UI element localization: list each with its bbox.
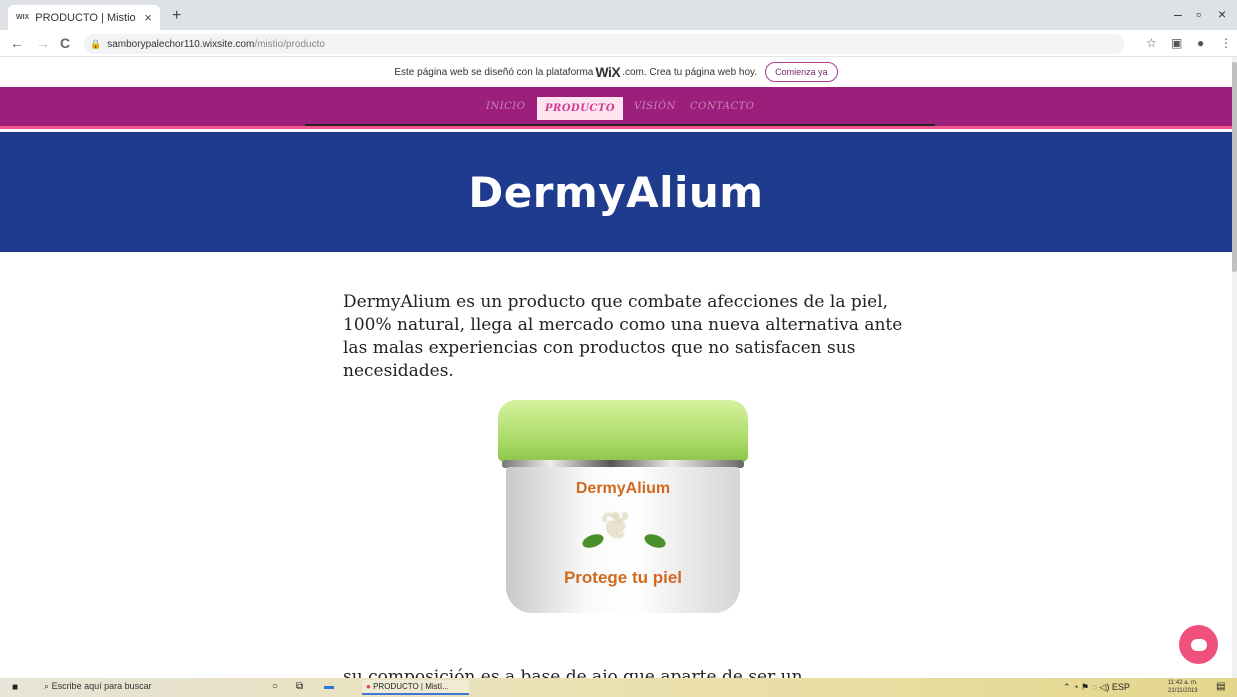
address-bar: ← → C 🔒 samborypalechor110.wixsite.com /… (0, 30, 1237, 57)
site-nav: INICIO PRODUCTO VISIÓN CONTACTO (0, 87, 1232, 129)
maximize-icon[interactable]: ▫ (1196, 6, 1201, 22)
new-tab-button[interactable]: + (172, 7, 181, 25)
clock[interactable]: 11:42 a. m. 21/11/2019 (1168, 679, 1198, 695)
taskbar-search[interactable]: ⌕ Escribe aquí para buscar (44, 681, 152, 692)
menu-icon[interactable]: ⋮ (1220, 36, 1232, 50)
browser-tab-bar: WIX PRODUCTO | Mistio × + – ▫ × (0, 0, 1237, 30)
cortana-icon[interactable]: ○ (272, 681, 278, 692)
taskbar-search-placeholder: Escribe aquí para buscar (51, 681, 152, 691)
profile-icon[interactable]: ● (1197, 36, 1204, 50)
windows-taskbar: ■ ⌕ Escribe aquí para buscar ○ ⧉ ▬ ● PRO… (0, 678, 1237, 697)
chrome-icon: ● (366, 682, 371, 691)
browser-tab[interactable]: WIX PRODUCTO | Mistio × (8, 5, 160, 30)
scrollbar-thumb[interactable] (1232, 62, 1237, 272)
garlic-icon: ❦ (601, 505, 632, 546)
jar-tagline: Protege tu piel (563, 568, 683, 587)
bookmark-star-icon[interactable]: ☆ (1146, 36, 1157, 50)
product-description: DermyAlium es un producto que combate af… (343, 292, 903, 381)
hero-banner: DermyAlium (0, 132, 1232, 252)
clock-date: 21/11/2019 (1168, 688, 1198, 694)
page-title: DermyAlium (468, 167, 764, 217)
reload-icon[interactable]: C (60, 35, 70, 51)
windows-start-icon[interactable]: ■ (12, 682, 18, 693)
nav-item-vision[interactable]: VISIÓN (634, 101, 676, 112)
language-label: ESP (1111, 682, 1130, 692)
chat-bubble-icon (1190, 638, 1207, 651)
search-icon: ⌕ (44, 681, 50, 691)
jar-brand-label: DermyAlium (575, 480, 671, 497)
wix-banner-text: Este página web se diseñó con la platafo… (394, 66, 594, 78)
url-host: samborypalechor110.wixsite.com (107, 38, 255, 50)
lock-icon: 🔒 (90, 38, 102, 49)
wix-banner-text-after: .com. Crea tu página web hoy. (622, 66, 758, 78)
forward-icon[interactable]: → (36, 35, 50, 51)
tab-title: PRODUCTO | Mistio (35, 11, 136, 24)
tab-close-icon[interactable]: × (144, 10, 152, 25)
product-jar-image: DermyAlium ❦ Protege tu piel (498, 400, 748, 614)
url-input[interactable]: 🔒 samborypalechor110.wixsite.com /mistio… (84, 34, 1124, 54)
back-icon[interactable]: ← (10, 35, 24, 51)
url-path: /mistio/producto (254, 38, 325, 50)
nav-item-producto[interactable]: PRODUCTO (537, 97, 624, 120)
notifications-icon[interactable]: ▤ (1216, 681, 1225, 692)
extension-icon[interactable]: ▣ (1171, 36, 1182, 50)
start-now-button[interactable]: Comienza ya (765, 62, 838, 82)
store-icon[interactable]: ▬ (324, 681, 334, 692)
nav-item-contacto[interactable]: CONTACTO (690, 101, 754, 112)
wix-favicon-icon: WIX (16, 14, 30, 21)
taskbar-app-label: PRODUCTO | Mistí... (373, 682, 449, 691)
clock-time: 11:42 a. m. (1168, 680, 1198, 686)
close-window-icon[interactable]: × (1218, 6, 1226, 22)
wix-logo[interactable]: WiX (595, 64, 620, 80)
nav-item-inicio[interactable]: INICIO (486, 101, 525, 112)
jar-lid (498, 400, 748, 462)
system-tray[interactable]: ⌃ ◔ ⚑ ◌ ◁) ESP (1063, 682, 1130, 693)
task-view-icon[interactable]: ⧉ (296, 681, 303, 692)
taskbar-chrome-app[interactable]: ● PRODUCTO | Mistí... (362, 680, 469, 695)
wix-promo-banner: Este página web se diseñó con la platafo… (0, 57, 1232, 87)
chat-button[interactable] (1179, 625, 1218, 664)
nav-underline (305, 124, 935, 126)
minimize-icon[interactable]: – (1174, 6, 1182, 22)
